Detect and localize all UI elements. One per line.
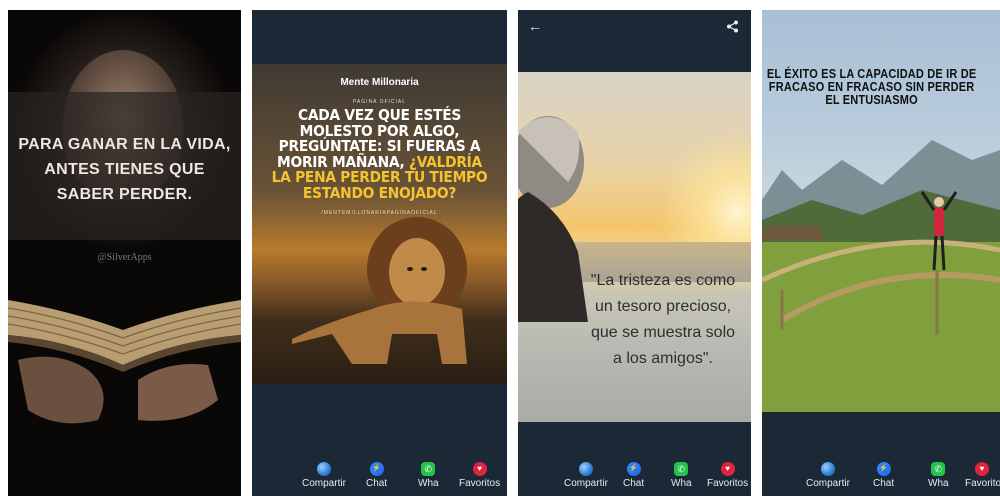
wallpaper-panel-3[interactable]: ← "La tristeza es como un tesoro precios… xyxy=(518,10,751,496)
whatsapp-button[interactable]: Wha xyxy=(671,462,692,489)
lion-image xyxy=(292,217,467,364)
chat-label: Chat xyxy=(366,478,388,489)
favorites-button[interactable]: Favoritos xyxy=(707,462,748,489)
share-label: Compartir xyxy=(806,478,850,489)
messenger-icon xyxy=(626,462,641,476)
action-bar: Compartir Chat Wha Favoritos xyxy=(762,462,1000,492)
brand-subtitle: PAGINA OFICIAL xyxy=(352,99,407,105)
wha-label: Wha xyxy=(928,478,949,489)
globe-icon xyxy=(316,462,331,476)
messenger-icon xyxy=(369,462,384,476)
share-icon[interactable] xyxy=(726,20,739,33)
share-button[interactable]: Compartir xyxy=(564,462,608,489)
woman-silhouette xyxy=(518,116,588,322)
heart-icon xyxy=(720,462,735,476)
favorites-button[interactable]: Favoritos xyxy=(459,462,500,489)
wallpaper-panel-4[interactable]: EL ÉXITO ES LA CAPACIDAD DE IR DE FRACAS… xyxy=(762,10,1000,496)
action-bar: Compartir Chat Wha Favoritos xyxy=(518,462,751,492)
brand-logo-text: Mente Millonaria xyxy=(340,77,419,88)
chat-label: Chat xyxy=(873,478,895,489)
globe-icon xyxy=(578,462,593,476)
wha-label: Wha xyxy=(671,478,692,489)
chat-button[interactable]: Chat xyxy=(366,462,387,489)
wallpaper-panel-1[interactable]: PARA GANAR EN LA VIDA, ANTES TIENES QUE … xyxy=(8,10,241,496)
heart-icon xyxy=(472,462,487,476)
quote-text: "La tristeza es como un tesoro precioso,… xyxy=(590,272,736,367)
chat-button[interactable]: Chat xyxy=(623,462,644,489)
hands-image xyxy=(18,356,218,424)
action-bar: Compartir Chat Wha Favoritos xyxy=(252,462,507,492)
landscape-scene xyxy=(762,140,1000,412)
share-button[interactable]: Compartir xyxy=(806,462,850,489)
whatsapp-icon xyxy=(421,462,436,476)
whatsapp-icon xyxy=(674,462,689,476)
share-label: Compartir xyxy=(302,478,346,489)
lion-quote-image: Mente Millonaria PAGINA OFICIAL CADA VEZ… xyxy=(252,64,507,384)
back-arrow-icon[interactable]: ← xyxy=(528,18,542,34)
share-label: Compartir xyxy=(564,478,608,489)
share-button[interactable]: Compartir xyxy=(302,462,346,489)
whatsapp-icon xyxy=(931,462,946,476)
sunset-quote-image: "La tristeza es como un tesoro precioso,… xyxy=(518,72,751,422)
quote-text: CADA VEZ QUE ESTÉS MOLESTO POR ALGO, PRE… xyxy=(270,107,490,201)
globe-icon xyxy=(820,462,835,476)
wha-label: Wha xyxy=(418,478,439,489)
fav-label: Favoritos xyxy=(707,478,749,489)
messenger-icon xyxy=(876,462,891,476)
whatsapp-button[interactable]: Wha xyxy=(418,462,439,489)
favorites-button[interactable]: Favoritos xyxy=(965,462,1000,489)
fav-label: Favoritos xyxy=(965,478,1000,489)
heart-icon xyxy=(975,462,989,476)
mountain-bridge-image: EL ÉXITO ES LA CAPACIDAD DE IR DE FRACAS… xyxy=(762,10,1000,412)
wallpaper-panel-2[interactable]: Mente Millonaria PAGINA OFICIAL CADA VEZ… xyxy=(252,10,507,496)
whatsapp-button[interactable]: Wha xyxy=(928,462,949,489)
watermark: @SilverApps xyxy=(97,252,152,263)
quote-text: PARA GANAR EN LA VIDA, ANTES TIENES QUE … xyxy=(18,136,231,203)
fav-label: Favoritos xyxy=(459,478,501,489)
chat-label: Chat xyxy=(623,478,645,489)
quote-text: EL ÉXITO ES LA CAPACIDAD DE IR DE FRACAS… xyxy=(766,67,977,107)
chat-button[interactable]: Chat xyxy=(873,462,894,489)
